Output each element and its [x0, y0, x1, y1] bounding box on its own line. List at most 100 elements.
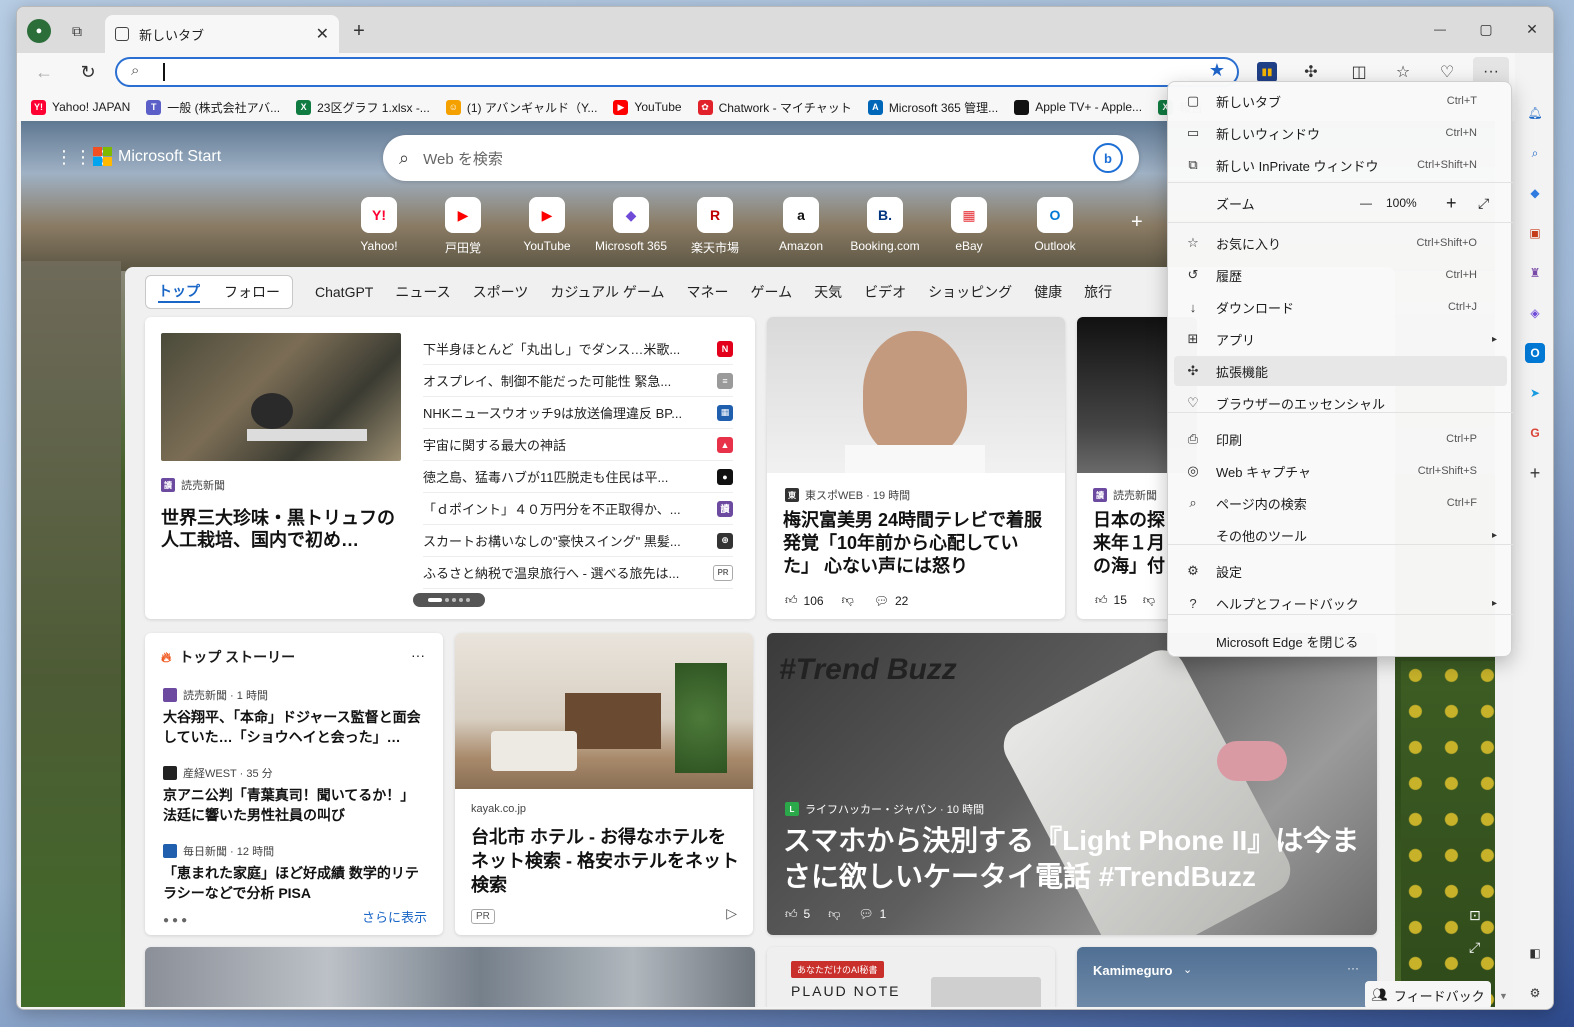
news-list-item[interactable]: 宇宙に関する最大の神話 ▲ — [423, 429, 733, 461]
menu-item-15[interactable]: Microsoft Edge を閉じる — [1174, 626, 1507, 656]
minimize-button[interactable]: — — [1425, 17, 1455, 41]
address-bar[interactable]: ⌕ ★ — [115, 57, 1239, 87]
comment-icon[interactable]: 💬︎ — [874, 594, 889, 608]
tab-10[interactable]: ショッピング — [928, 282, 1012, 302]
news-list-item[interactable]: 下半身ほとんど「丸出し」でダンス…米歌... N — [423, 333, 733, 365]
umezawa-photo[interactable] — [767, 317, 1065, 473]
like-icon[interactable]: 👍︎ — [785, 593, 798, 608]
trend-headline[interactable]: スマホから決別する『Light Phone II』は今まさに欲しいケータイ電話 … — [783, 823, 1363, 895]
menu-item-11[interactable]: ⌕ ページ内の検索 Ctrl+F — [1174, 488, 1507, 518]
tab-0[interactable]: トップ — [158, 281, 200, 303]
menu-item-10[interactable]: ◎ Web キャプチャ Ctrl+Shift+S — [1174, 456, 1507, 486]
favorite-item[interactable]: T 一般 (株式会社アバ... — [146, 99, 280, 116]
feature-card[interactable]: 讀 読売新聞 世界三大珍味・黒トリュフの人工栽培、国内で初め… 下半身ほとんど「… — [145, 317, 755, 619]
image-info-icon[interactable]: ⊡ — [1469, 907, 1481, 924]
trend-card[interactable]: #Trend Buzz L ライフハッカー・ジャパン · 10 時間 スマホから… — [767, 633, 1377, 935]
menu-item-3[interactable]: ☆ お気に入り Ctrl+Shift+O — [1174, 228, 1507, 258]
quick-link[interactable]: O Outlook — [1015, 197, 1095, 253]
games-icon[interactable]: ♜ — [1525, 263, 1545, 283]
tab-close-icon[interactable]: ✕ — [316, 24, 329, 44]
quick-link[interactable]: B. Booking.com — [845, 197, 925, 253]
tab-6[interactable]: マネー — [686, 282, 728, 302]
add-quick-link-icon[interactable]: + — [1131, 211, 1143, 234]
menu-item-1[interactable]: ▭ 新しいウィンドウ Ctrl+N — [1174, 118, 1507, 148]
tab-8[interactable]: 天気 — [814, 282, 842, 302]
feature-headline[interactable]: 世界三大珍味・黒トリュフの人工栽培、国内で初め… — [161, 507, 405, 551]
menu-item-7[interactable]: ✣ 拡張機能 — [1174, 356, 1507, 386]
carousel-dots[interactable] — [413, 593, 485, 607]
tab-new-tab[interactable]: 新しいタブ ✕ — [105, 15, 339, 53]
favorite-star-icon[interactable]: ★ — [1209, 60, 1225, 81]
notifications-icon[interactable]: 🔔︎ — [1525, 103, 1545, 123]
google-icon[interactable]: G — [1525, 423, 1545, 443]
quick-link[interactable]: ▶ YouTube — [507, 197, 587, 253]
like-icon[interactable]: 👍︎ — [785, 907, 798, 922]
new-tab-icon[interactable]: + — [349, 20, 369, 42]
menu-item-5[interactable]: ↓ ダウンロード Ctrl+J — [1174, 292, 1507, 322]
news-list-item[interactable]: 徳之島、猛毒ハブが11匹脱走も住民は平... ● — [423, 461, 733, 493]
quick-link[interactable]: a Amazon — [761, 197, 841, 253]
workspaces-icon[interactable]: ⧉ — [67, 21, 87, 41]
news-list-item[interactable]: スカートお構いなしの"豪快スイング" 黒髪... ⊕ — [423, 525, 733, 557]
hide-sidebar-icon[interactable]: ◧ — [1525, 943, 1545, 963]
profile-avatar[interactable]: ● — [27, 19, 51, 43]
truffle-image[interactable] — [161, 333, 401, 461]
favorites-icon[interactable]: ☆ — [1393, 62, 1413, 82]
tab-11[interactable]: 健康 — [1034, 282, 1062, 302]
ad-card[interactable]: kayak.co.jp 台北市 ホテル - お得なホテルをネット検索 - 格安ホ… — [455, 633, 753, 935]
zoom-in-button[interactable]: + — [1446, 193, 1457, 214]
quick-link[interactable]: R 楽天市場 — [675, 197, 755, 256]
quick-link[interactable]: ▶ 戸田覚 — [423, 197, 503, 256]
tab-1[interactable]: フォロー — [224, 282, 280, 302]
quick-link[interactable]: ▦ eBay — [929, 197, 1009, 253]
outlook-icon[interactable]: O — [1525, 343, 1545, 363]
expand-icon[interactable]: ⤢ — [1469, 939, 1480, 956]
favorite-item[interactable]: Y! Yahoo! JAPAN — [31, 99, 130, 115]
close-button[interactable]: ✕ — [1517, 17, 1547, 41]
chevron-down-icon[interactable]: ⌄ — [1183, 963, 1192, 976]
dislike-icon[interactable]: 👎︎ — [828, 907, 840, 922]
partial-headline[interactable]: 日本の探 来年１月 の海」付 — [1093, 509, 1165, 578]
story-item[interactable]: 産経WEST · 35 分京アニ公判「青葉真司！聞いてるか！」法廷に響いた男性社… — [163, 765, 425, 825]
weather-card[interactable]: Kamimeguro ⌄ ··· — [1077, 947, 1377, 1007]
weather-location[interactable]: Kamimeguro — [1093, 963, 1172, 978]
add-sidebar-app-icon[interactable]: + — [1525, 463, 1545, 483]
menu-item-2[interactable]: ⧉ 新しい InPrivate ウィンドウ Ctrl+Shift+N — [1174, 150, 1507, 180]
news-list-item[interactable]: ふるさと納税で温泉旅行へ - 選べる旅先は... PR — [423, 557, 733, 589]
quick-link[interactable]: ◆ Microsoft 365 — [591, 197, 671, 253]
extension-chart-icon[interactable]: ▮▮ — [1257, 62, 1277, 82]
split-screen-icon[interactable]: ◫ — [1349, 62, 1369, 82]
dislike-icon[interactable]: 👎︎ — [842, 593, 854, 608]
hotel-photo[interactable] — [455, 633, 753, 789]
story-item[interactable]: 読売新聞 · 1 時間 大谷翔平、「本命」ドジャース監督と面会していた…「ショウヘ… — [163, 687, 425, 747]
ad-headline[interactable]: 台北市 ホテル - お得なホテルをネット検索 - 格安ホテルをネット検索 — [471, 825, 741, 897]
microsoft365-icon[interactable]: ◈ — [1525, 303, 1545, 323]
menu-item-6[interactable]: ⊞ アプリ ▸ — [1174, 324, 1507, 354]
tab-3[interactable]: ニュース — [395, 282, 450, 302]
menu-item-13[interactable]: ⚙ 設定 — [1174, 556, 1507, 586]
maximize-button[interactable]: ▢ — [1471, 17, 1501, 41]
bing-chat-icon[interactable]: b — [1093, 143, 1123, 173]
refresh-icon[interactable]: ↻ — [77, 61, 99, 83]
zoom-out-button[interactable]: — — [1360, 196, 1372, 210]
fullscreen-icon[interactable]: ⤢ — [1478, 195, 1489, 212]
tab-9[interactable]: ビデオ — [864, 282, 906, 302]
favorite-item[interactable]: ☺ (1) アバンギャルド（Y... — [445, 99, 597, 116]
web-search-box[interactable]: ⌕ Web を検索 b — [383, 135, 1139, 181]
brand[interactable]: Microsoft Start — [93, 147, 221, 166]
tab-2[interactable]: ChatGPT — [315, 284, 373, 300]
favorite-item[interactable]: X 23区グラフ 1.xlsx -... — [296, 99, 430, 116]
news-list-item[interactable]: オスプレイ、制御不能だった可能性 緊急... ≡ — [423, 365, 733, 397]
tab-12[interactable]: 旅行 — [1084, 282, 1112, 302]
menu-item-9[interactable]: ⎙ 印刷 Ctrl+P — [1174, 424, 1507, 454]
adchoices-icon[interactable]: ▷ — [726, 905, 737, 922]
feedback-button[interactable]: 👥︎ フィードバック — [1365, 981, 1491, 1007]
back-icon[interactable]: ← — [33, 61, 55, 83]
pagination-dots[interactable]: ●●● — [163, 915, 190, 926]
bottom-image-card[interactable] — [145, 947, 755, 1007]
like-icon[interactable]: 👍︎ — [1095, 593, 1108, 608]
menu-item-0[interactable]: ▢ 新しいタブ Ctrl+T — [1174, 86, 1507, 116]
browser-essentials-icon[interactable]: ♡ — [1437, 62, 1457, 82]
tab-5[interactable]: カジュアル ゲーム — [550, 282, 664, 302]
news-list-item[interactable]: NHKニュースウオッチ9は放送倫理違反 BP... ▦ — [423, 397, 733, 429]
